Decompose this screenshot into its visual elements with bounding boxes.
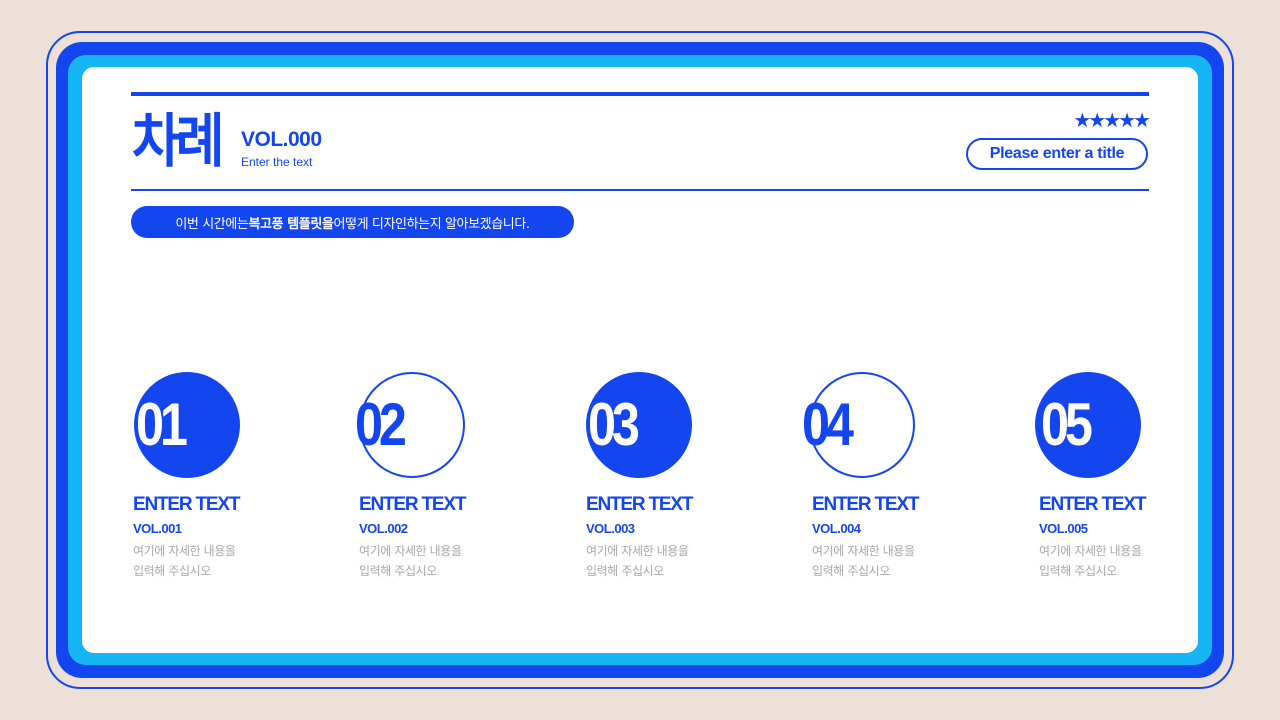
item-description: 여기에 자세한 내용을 입력해 주십시오 <box>133 541 303 581</box>
item-description-line-1: 여기에 자세한 내용을 <box>359 544 462 558</box>
item-description: 여기에 자세한 내용을 입력해 주십시오 <box>812 541 982 581</box>
item-description-line-2: 입력해 주십시오 <box>359 564 437 578</box>
title-button[interactable]: Please enter a title <box>966 138 1148 170</box>
item-title: ENTER TEXT <box>133 494 240 515</box>
item-number: 05 <box>1041 391 1093 458</box>
item-description: 여기에 자세한 내용을 입력해 주십시오 <box>1039 541 1209 581</box>
intro-text-bold: 복고풍 템플릿을 <box>248 216 334 232</box>
item-volume: VOL.004 <box>812 521 861 536</box>
item-title: ENTER TEXT <box>586 494 693 515</box>
page-title: 차례 <box>132 107 225 175</box>
header-divider <box>131 189 1149 191</box>
item-description-line-2: 입력해 주십시오 <box>133 564 211 578</box>
volume-subtitle: Enter the text <box>241 155 313 169</box>
item-volume: VOL.001 <box>133 521 182 536</box>
item-description: 여기에 자세한 내용을 입력해 주십시오 <box>586 541 756 581</box>
item-volume: VOL.002 <box>359 521 408 536</box>
top-divider <box>131 92 1149 96</box>
item-description-line-1: 여기에 자세한 내용을 <box>812 544 915 558</box>
item-title: ENTER TEXT <box>359 494 466 515</box>
item-description-line-1: 여기에 자세한 내용을 <box>586 544 689 558</box>
item-description: 여기에 자세한 내용을 입력해 주십시오 <box>359 541 529 581</box>
item-title: ENTER TEXT <box>1039 494 1146 515</box>
item-number: 03 <box>588 391 640 458</box>
star-rating-icon: ★★★★★ <box>1073 108 1151 132</box>
item-title: ENTER TEXT <box>812 494 919 515</box>
item-description-line-2: 입력해 주십시오 <box>586 564 664 578</box>
intro-text-before: 이번 시간에는 <box>175 216 249 232</box>
item-description-line-2: 입력해 주십시오 <box>1039 564 1117 578</box>
item-volume: VOL.005 <box>1039 521 1088 536</box>
item-description-line-1: 여기에 자세한 내용을 <box>133 544 236 558</box>
intro-banner: 이번 시간에는 복고풍 템플릿을 어떻게 디자인하는지 알아보겠습니다. <box>131 206 574 238</box>
item-number: 01 <box>136 391 188 458</box>
item-description-line-2: 입력해 주십시오 <box>812 564 890 578</box>
volume-label: VOL.000 <box>241 128 322 151</box>
item-volume: VOL.003 <box>586 521 635 536</box>
item-number: 04 <box>802 391 854 458</box>
item-description-line-1: 여기에 자세한 내용을 <box>1039 544 1142 558</box>
item-number: 02 <box>355 391 407 458</box>
intro-text-after: 어떻게 디자인하는지 알아보겠습니다. <box>333 216 530 232</box>
